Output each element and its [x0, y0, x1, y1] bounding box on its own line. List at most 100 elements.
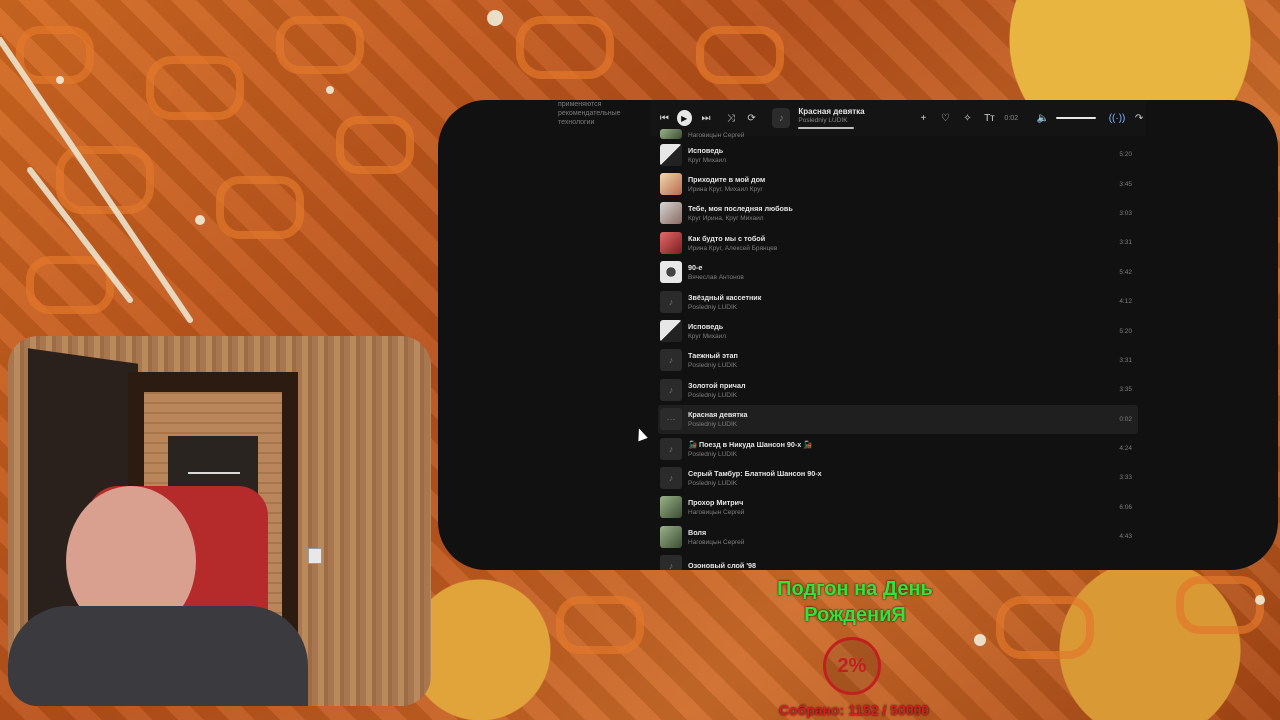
donation-progress-circle: 2% [823, 637, 881, 695]
add-icon[interactable]: + [916, 111, 930, 125]
sparkle-icon[interactable]: ✧ [960, 111, 974, 125]
track-row[interactable]: 90-е Вячеслав Антонов 5:42 [658, 258, 1138, 287]
track-row[interactable]: ♪ Озоновый слой '98 [658, 551, 1138, 570]
track-text: 🚂 Поезд в Никуда Шансон 90-х 🚂 Posledniy … [688, 440, 812, 458]
track-duration: 3:35 [1119, 386, 1132, 394]
track-artist[interactable]: Posledniy LUDIK [688, 421, 748, 428]
track-text: Как будто мы с тобой Ирина Круг, Алексей … [688, 234, 777, 252]
track-row[interactable]: Исповедь Круг Михаил 5:20 [658, 140, 1138, 169]
track-duration: 5:20 [1119, 151, 1132, 159]
track-title[interactable]: 90-е [688, 263, 744, 272]
track-row[interactable]: Тебе, моя последняя любовь Круг Ирина, Кр… [658, 199, 1138, 228]
track-artist[interactable]: Наговицын Сергей [688, 509, 744, 516]
track-title[interactable]: Исповедь [688, 146, 726, 155]
music-note-icon: ♪ [668, 472, 674, 483]
track-cover[interactable]: ♪ [660, 555, 682, 570]
track-cover[interactable] [660, 231, 682, 254]
track-cover[interactable] [660, 496, 682, 519]
track-artist[interactable]: Posledniy LUDIK [688, 451, 812, 458]
track-artist[interactable]: Наговицын Сергей [688, 539, 744, 546]
track-duration: 3:33 [1119, 474, 1132, 482]
track-artist[interactable]: Наговицын Сергей [688, 132, 744, 139]
track-text: Серый Тамбур: Блатной Шансон 90-х Posledn… [688, 469, 822, 487]
door-stripe [188, 472, 240, 474]
prev-icon[interactable]: ⏮ [658, 111, 671, 125]
track-cover[interactable] [660, 525, 682, 548]
track-cover[interactable] [660, 143, 682, 166]
text-icon[interactable]: Tт [982, 111, 996, 125]
repeat-icon[interactable]: ⟳ [745, 111, 758, 125]
track-duration: 4:24 [1119, 445, 1132, 453]
track-text: Тебе, моя последняя любовь Круг Ирина, Кр… [688, 204, 793, 222]
track-cover[interactable]: ♪ [660, 466, 682, 489]
track-cover[interactable]: ♪ [660, 437, 682, 460]
track-cover[interactable] [660, 202, 682, 225]
track-row[interactable]: Исповедь Круг Михаил 5:20 [658, 316, 1138, 345]
track-title[interactable]: Приходите в мой дом [688, 175, 765, 184]
shuffle-icon[interactable]: ⤨ [724, 111, 737, 125]
track-artist[interactable]: Posledniy LUDIK [688, 362, 738, 369]
donation-percent: 2% [837, 654, 867, 677]
track-artist[interactable]: Вячеслав Антонов [688, 274, 744, 281]
track-title[interactable]: Исповедь [688, 322, 726, 331]
dislike-icon[interactable]: ♡ [938, 111, 952, 125]
track-text: Воля Наговицын Сергей [688, 528, 744, 546]
track-text: Наговицын Сергей [688, 130, 744, 139]
track-artist[interactable]: Ирина Круг, Алексей Брянцев [688, 245, 777, 252]
now-playing-cover: ♪ [772, 108, 791, 128]
track-title[interactable]: Тебе, моя последняя любовь [688, 204, 793, 213]
track-title[interactable]: Золотой причал [688, 381, 746, 390]
track-row[interactable]: ♪ Золотой причал Posledniy LUDIK 3:35 [658, 375, 1138, 404]
track-title[interactable]: Озоновый слой '98 [688, 561, 756, 570]
track-duration: 4:12 [1119, 298, 1132, 306]
track-artist[interactable]: Ирина Круг, Михаил Круг [688, 186, 765, 193]
track-title[interactable]: Воля [688, 528, 744, 537]
track-duration: 3:45 [1119, 180, 1132, 188]
music-note-icon: ♪ [668, 355, 674, 366]
track-row[interactable]: ♪ Таежный этап Posledniy LUDIK 3:31 [658, 346, 1138, 375]
track-cover[interactable]: ♪ [660, 349, 682, 372]
track-title[interactable]: Серый Тамбур: Блатной Шансон 90-х [688, 469, 822, 478]
track-artist[interactable]: Posledniy LUDIK [688, 392, 746, 399]
track-row[interactable]: Прохор Митрич Наговицын Сергей 6:06 [658, 493, 1138, 522]
track-artist[interactable]: Круг Михаил [688, 333, 726, 340]
track-cover[interactable]: ··· [660, 408, 682, 431]
share-icon[interactable]: ↷ [1132, 111, 1146, 125]
music-note-icon: ♪ [668, 561, 674, 570]
now-playing-title[interactable]: Красная девятка [798, 107, 908, 116]
track-row[interactable]: Наговицын Сергей [658, 128, 1138, 140]
track-artist[interactable]: Круг Михаил [688, 157, 726, 164]
track-duration: 5:42 [1119, 268, 1132, 276]
track-row[interactable]: ··· Красная девятка Posledniy LUDIK 0:02 [658, 404, 1138, 434]
next-icon[interactable]: ⏭ [700, 111, 713, 125]
track-row[interactable]: Как будто мы с тобой Ирина Круг, Алексей … [658, 228, 1138, 257]
track-artist[interactable]: Posledniy LUDIK [688, 480, 822, 487]
track-row[interactable]: Воля Наговицын Сергей 4:43 [658, 522, 1138, 551]
track-cover[interactable] [660, 261, 682, 284]
track-cover[interactable] [660, 320, 682, 343]
play-button[interactable]: ▶ [676, 110, 692, 126]
music-note-icon: ♪ [778, 112, 784, 124]
track-title[interactable]: Красная девятка [688, 410, 748, 419]
track-row[interactable]: Приходите в мой дом Ирина Круг, Михаил Кр… [658, 169, 1138, 198]
track-text: 90-е Вячеслав Антонов [688, 263, 744, 281]
track-row[interactable]: ♪ Серый Тамбур: Блатной Шансон 90-х Posled… [658, 463, 1138, 492]
volume-icon[interactable]: 🔈 [1036, 111, 1050, 125]
track-row[interactable]: ♪ Звёздный кассетник Posledniy LUDIK 4:12 [658, 287, 1138, 316]
track-cover[interactable] [660, 129, 682, 139]
track-title[interactable]: Прохор Митрич [688, 498, 744, 507]
track-artist[interactable]: Posledniy LUDIK [688, 304, 761, 311]
volume-slider[interactable] [1056, 117, 1097, 119]
track-list: Наговицын Сергей Исповедь Круг Михаил 5:20 П… [658, 128, 1138, 570]
track-cover[interactable]: ♪ [660, 290, 682, 313]
track-row[interactable]: ♪ 🚂 Поезд в Никуда Шансон 90-х 🚂 Posledniy… [658, 434, 1138, 463]
track-title[interactable]: 🚂 Поезд в Никуда Шансон 90-х 🚂 [688, 440, 812, 449]
broadcast-icon[interactable]: ((·)) [1109, 111, 1126, 125]
now-playing-artist[interactable]: Posledniy LUDIK [798, 117, 908, 124]
track-title[interactable]: Как будто мы с тобой [688, 234, 777, 243]
track-cover[interactable]: ♪ [660, 378, 682, 401]
track-artist[interactable]: Круг Ирина, Круг Михаил [688, 215, 793, 222]
track-cover[interactable] [660, 173, 682, 196]
track-title[interactable]: Таежный этап [688, 351, 738, 360]
track-title[interactable]: Звёздный кассетник [688, 293, 761, 302]
